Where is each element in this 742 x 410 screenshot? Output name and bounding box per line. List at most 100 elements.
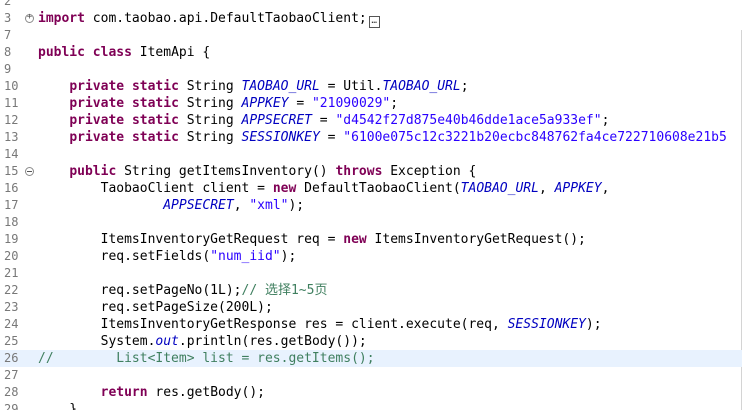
string-token: "d4542f27d875e40b46dde1ace5a933ef" [335, 113, 602, 128]
keyword-token: static [131, 113, 179, 128]
line-number: 26 [4, 351, 19, 365]
code-token: String [178, 96, 242, 111]
code-token: res.getBody(); [147, 385, 265, 400]
code-text: public String getItemsInventory() throws… [38, 163, 476, 180]
code-line[interactable]: 21 [0, 265, 742, 282]
code-line[interactable]: 11 private static String APPKEY = "21090… [0, 95, 742, 112]
code-line[interactable]: 2 [0, 0, 742, 10]
line-number: 19 [4, 232, 19, 246]
line-number: 24 [4, 317, 19, 331]
code-text: private static String TAOBAO_URL = Util.… [38, 78, 469, 95]
field-token: APPKEY [241, 96, 289, 111]
code-line[interactable]: 25 System.out.println(res.getBody()); [0, 333, 742, 350]
code-token: ); [585, 317, 602, 332]
code-token: ; [460, 79, 469, 94]
code-text: return res.getBody(); [38, 384, 265, 401]
code-token: ); [288, 198, 305, 213]
code-line[interactable]: 13 private static String SESSIONKEY = "6… [0, 129, 742, 146]
code-line[interactable]: 18 [0, 214, 742, 231]
code-token: } [38, 402, 78, 410]
keyword-token: static [131, 96, 179, 111]
code-line[interactable]: 29 } [0, 401, 742, 410]
code-editor[interactable]: 2 3 import com.taobao.api.DefaultTaobaoCli… [0, 0, 742, 410]
code-line[interactable]: 26 // List<Item> list = res.getItems(); [0, 350, 742, 367]
code-token: String [178, 79, 242, 94]
code-text: ItemsInventoryGetRequest req = new Items… [38, 231, 586, 248]
code-text: public class ItemApi { [38, 44, 210, 61]
code-token: , [601, 181, 610, 196]
code-text: import com.taobao.api.DefaultTaobaoClien… [38, 10, 380, 28]
string-token: "num_iid" [210, 249, 281, 264]
code-token: ItemsInventoryGetRequest(); [366, 232, 586, 247]
code-line[interactable]: 15 public String getItemsInventory() thr… [0, 163, 742, 180]
line-number: 15 [4, 164, 19, 178]
collapse-fold-icon[interactable] [25, 167, 34, 176]
expand-fold-icon[interactable] [25, 14, 34, 23]
keyword-token: return [100, 385, 148, 400]
comment-token: // 选择1~5页 [241, 283, 328, 298]
code-text: req.setFields("num_iid"); [38, 248, 297, 265]
code-line[interactable]: 9 [0, 61, 742, 78]
field-token: APPKEY [554, 181, 602, 196]
code-text: private static String APPKEY = "21090029… [38, 95, 398, 112]
code-lines[interactable]: 2 3 import com.taobao.api.DefaultTaobaoCli… [0, 0, 742, 410]
code-line[interactable]: 7 [0, 27, 742, 44]
code-line[interactable]: 22 req.setPageNo(1L);// 选择1~5页 [0, 282, 742, 299]
string-token: "21090029" [311, 96, 391, 111]
keyword-token: public [69, 164, 117, 179]
code-line[interactable]: 17 APPSECRET, "xml"); [0, 197, 742, 214]
keyword-token: private [69, 96, 125, 111]
code-token: DefaultTaobaoClient( [296, 181, 461, 196]
code-token: = [311, 113, 336, 128]
line-number: 2 [4, 0, 12, 8]
code-line[interactable]: 23 req.setPageSize(200L); [0, 299, 742, 316]
code-line[interactable]: 3 import com.taobao.api.DefaultTaobaoClie… [0, 10, 742, 28]
line-number: 9 [4, 62, 12, 76]
code-token: String [178, 130, 242, 145]
code-token: req.setPageNo(1L); [38, 283, 242, 298]
line-number: 14 [4, 147, 19, 161]
line-number: 3 [4, 11, 12, 25]
code-line[interactable]: 16 TaobaoClient client = new DefaultTaob… [0, 180, 742, 197]
line-number: 18 [4, 215, 19, 229]
code-token: String [178, 113, 242, 128]
line-number: 29 [4, 402, 19, 410]
code-token: = Util. [319, 79, 383, 94]
code-token: ; [601, 113, 610, 128]
code-line[interactable]: 8 public class ItemApi { [0, 44, 742, 61]
code-token: .println(res.getBody()); [178, 334, 367, 349]
keyword-token: static [131, 130, 179, 145]
code-text: APPSECRET, "xml"); [38, 197, 304, 214]
keyword-token: public [38, 45, 85, 60]
code-line[interactable]: 19 ItemsInventoryGetRequest req = new It… [0, 231, 742, 248]
code-token: ; [390, 96, 399, 111]
code-token: = [288, 96, 312, 111]
code-line[interactable]: 20 req.setFields("num_iid"); [0, 248, 742, 265]
code-line[interactable]: 24 ItemsInventoryGetResponse res = clien… [0, 316, 742, 333]
field-token: SESSIONKEY [241, 130, 320, 145]
code-line[interactable]: 28 return res.getBody(); [0, 384, 742, 401]
code-line[interactable]: 27 [0, 367, 742, 384]
code-line[interactable]: 14 [0, 146, 742, 163]
code-line[interactable]: 12 private static String APPSECRET = "d4… [0, 112, 742, 129]
code-token: ItemsInventoryGetRequest req = [38, 232, 344, 247]
line-number: 10 [4, 79, 19, 93]
line-number: 7 [4, 28, 12, 42]
code-line[interactable]: 10 private static String TAOBAO_URL = Ut… [0, 78, 742, 95]
code-text: private static String APPSECRET = "d4542… [38, 112, 609, 129]
keyword-token: class [92, 45, 132, 60]
code-text: } [38, 401, 77, 410]
code-text: req.setPageNo(1L);// 选择1~5页 [38, 282, 328, 299]
code-token: ItemApi { [131, 45, 211, 60]
code-token: TaobaoClient client = [38, 181, 273, 196]
